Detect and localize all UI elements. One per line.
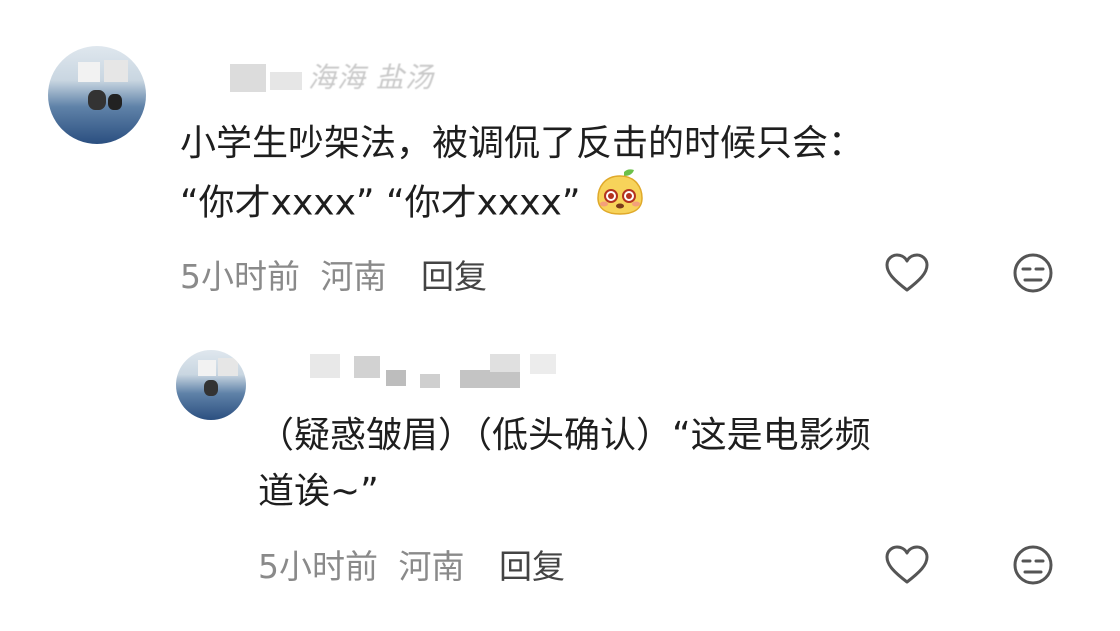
username[interactable] [270, 350, 570, 390]
heart-outline-icon[interactable] [884, 544, 930, 590]
avatar-figure [204, 380, 218, 396]
comment-text-line: 道诶~” [258, 471, 379, 512]
comment-location: 河南 [398, 547, 465, 586]
username[interactable]: 海海 盐汤 [230, 54, 490, 94]
comment-text-line: “你才xxxx” “你才xxxx” [180, 169, 864, 237]
avatar-mosaic [104, 60, 128, 82]
username-text: 海海 盐汤 [308, 61, 434, 94]
avatar-figure [108, 94, 122, 110]
avatar[interactable] [48, 46, 146, 144]
meh-face-icon[interactable] [1012, 252, 1054, 298]
comment-location: 河南 [320, 257, 387, 296]
reply-button[interactable]: 回复 [499, 547, 565, 586]
comment-item: 海海 盐汤 小学生吵架法，被调侃了反击的时候只会： “你才xxxx” “你才xx… [0, 0, 1120, 320]
comment-time: 5小时前 [180, 257, 300, 296]
comment-text: （疑惑皱眉）（低头确认）“这是电影频 道诶~” [258, 408, 871, 520]
comment-text-line: （疑惑皱眉）（低头确认）“这是电影频 [258, 415, 871, 456]
reply-button[interactable]: 回复 [421, 257, 487, 296]
avatar-mosaic [198, 360, 216, 376]
comment-text: 小学生吵架法，被调侃了反击的时候只会： “你才xxxx” “你才xxxx” [180, 116, 864, 237]
comment-meta: 5小时前 河南 回复 [180, 250, 497, 298]
comment-text-line: 小学生吵架法，被调侃了反击的时候只会： [180, 123, 865, 164]
avatar[interactable] [176, 350, 246, 420]
avatar-figure [88, 90, 106, 110]
heart-outline-icon[interactable] [884, 252, 930, 298]
meh-face-icon[interactable] [1012, 544, 1054, 590]
comment-item: （疑惑皱眉）（低头确认）“这是电影频 道诶~” 5小时前 河南 回复 [0, 320, 1120, 631]
mango-face-emoji [594, 168, 646, 233]
comment-meta: 5小时前 河南 回复 [258, 540, 575, 588]
avatar-mosaic [78, 62, 100, 82]
comment-time: 5小时前 [258, 547, 378, 586]
avatar-mosaic [218, 358, 238, 376]
